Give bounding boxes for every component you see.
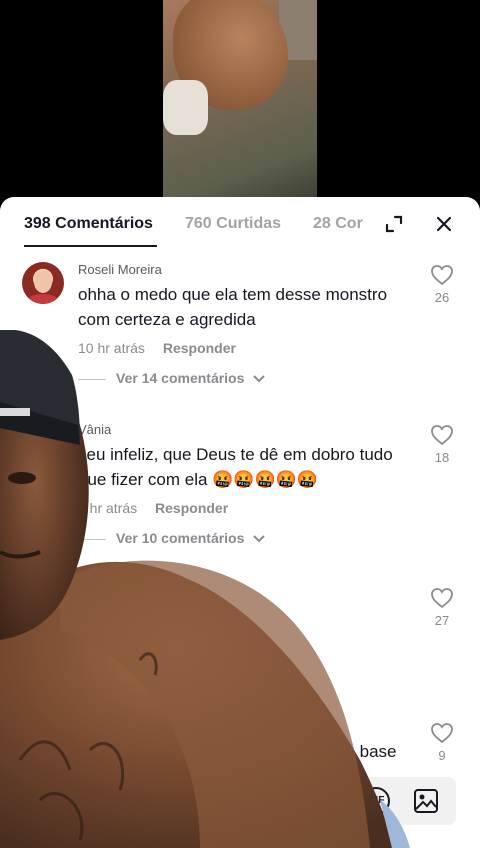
tab-comments[interactable]: 398 Comentários: [24, 215, 153, 233]
reply-button[interactable]: Responder: [163, 340, 236, 356]
comment-text: na base: [336, 742, 397, 761]
heart-outline-icon: [431, 425, 453, 446]
heart-outline-icon: [431, 723, 453, 744]
avatar-face: [34, 271, 52, 293]
like-count: 27: [434, 613, 450, 628]
avatar-shirt: [27, 294, 59, 304]
reply-button[interactable]: Responder: [155, 500, 228, 516]
comment-text: seu infeliz, que Deus te dê em dobro tud…: [78, 445, 393, 489]
like-button[interactable]: 9: [428, 722, 456, 763]
tab-shares[interactable]: 28 Cor: [313, 215, 363, 233]
view-replies-button[interactable]: Ver 10 comentários: [78, 530, 266, 546]
view-replies-label: Ver 10 comentários: [116, 530, 245, 546]
avatar[interactable]: [22, 262, 64, 304]
comment-meta: 10 hr atrás Responder: [78, 340, 236, 356]
comment-text: fia: [220, 608, 238, 627]
video-white-shape: [163, 80, 208, 135]
comment-item: Vânia seu infeliz, que Deus te dê em dob…: [0, 422, 480, 562]
comment-username[interactable]: Roseli Moreira: [78, 262, 162, 277]
image-icon: [414, 789, 438, 813]
comment-time: 9 hr atrás: [78, 500, 138, 516]
view-replies-label: Ver 14 comentários: [116, 370, 245, 386]
comment-time: 10 hr atrás: [78, 340, 145, 356]
close-icon: [436, 216, 452, 232]
comment-meta: 9 hr atrás Responder: [78, 500, 228, 516]
expand-button[interactable]: [383, 213, 405, 235]
video-player[interactable]: [0, 0, 480, 200]
replies-divider: [78, 378, 106, 380]
like-button[interactable]: 26: [428, 264, 456, 305]
heart-outline-icon: [431, 588, 453, 609]
comment-item: fia 27: [0, 582, 480, 662]
comment-username[interactable]: Vânia: [78, 422, 111, 437]
tab-likes[interactable]: 760 Curtidas: [185, 215, 281, 233]
comment-input-bar[interactable]: GIF: [336, 777, 456, 825]
view-replies-button[interactable]: Ver 14 comentários: [78, 370, 266, 386]
chevron-down-icon: [253, 375, 266, 383]
comment-text: ohha o medo que ela tem desse monstro co…: [78, 285, 388, 329]
close-button[interactable]: [432, 212, 456, 236]
comments-sheet: 398 Comentários 760 Curtidas 28 Cor Rose…: [0, 197, 480, 848]
video-frame: [163, 0, 317, 200]
chevron-down-icon: [253, 535, 266, 543]
image-button[interactable]: [412, 787, 440, 815]
comment-item: na base 9: [0, 719, 480, 779]
gif-button[interactable]: GIF: [362, 787, 390, 815]
like-button[interactable]: 27: [428, 587, 456, 628]
heart-outline-icon: [431, 265, 453, 286]
like-count: 26: [434, 290, 450, 305]
like-count: 9: [438, 748, 446, 763]
active-tab-underline: [24, 245, 157, 247]
expand-icon: [385, 215, 403, 233]
sheet-tabs: 398 Comentários 760 Curtidas 28 Cor: [0, 197, 480, 249]
like-count: 18: [434, 450, 450, 465]
replies-divider: [78, 538, 106, 540]
comment-item: Roseli Moreira ohha o medo que ela tem d…: [0, 262, 480, 402]
like-button[interactable]: 18: [428, 424, 456, 465]
